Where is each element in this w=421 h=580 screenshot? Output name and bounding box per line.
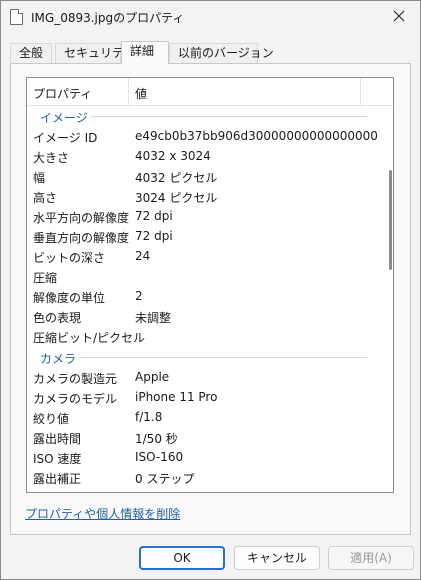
property-key: カメラの製造元 xyxy=(33,372,118,386)
tab-general[interactable]: 全般 xyxy=(10,43,52,63)
property-value: ISO-160 xyxy=(135,450,184,464)
property-key: 圧縮ビット/ピクセル xyxy=(33,331,146,345)
tab-security[interactable]: セキュリティ xyxy=(55,43,135,63)
window-title: IMG_0893.jpgのプロパティ xyxy=(31,11,185,25)
group-header-camera[interactable]: カメラ xyxy=(27,346,379,367)
property-row[interactable]: 大きさ 4032 x 3024 xyxy=(27,146,379,166)
property-value: 3024 ピクセル xyxy=(135,191,218,205)
group-divider xyxy=(79,357,367,358)
group-label: イメージ xyxy=(40,111,88,125)
property-value: 72 dpi xyxy=(135,229,173,243)
property-row[interactable]: 幅 4032 ピクセル xyxy=(27,166,379,186)
property-value: f/1.8 xyxy=(135,410,163,424)
column-header-value[interactable]: 値 xyxy=(135,85,147,102)
document-icon xyxy=(10,9,23,25)
property-key: 露出時間 xyxy=(33,432,82,446)
property-key: 圧縮 xyxy=(33,271,58,285)
property-key: 高さ xyxy=(33,191,58,205)
group-label: カメラ xyxy=(40,352,77,366)
property-key: ISO 速度 xyxy=(33,452,82,466)
property-key: 垂直方向の解像度 xyxy=(33,231,130,245)
property-key: カメラのモデル xyxy=(33,392,118,406)
property-value: e49cb0b37bb906d30000000000000000 xyxy=(135,129,378,143)
property-row[interactable]: 圧縮ビット/ピクセル xyxy=(27,326,379,346)
property-row[interactable]: 絞り値 f/1.8 xyxy=(27,407,379,427)
property-row[interactable]: 高さ 3024 ピクセル xyxy=(27,186,379,206)
close-icon xyxy=(393,10,405,22)
property-row[interactable]: 垂直方向の解像度 72 dpi xyxy=(27,226,379,246)
property-row[interactable]: 圧縮 xyxy=(27,266,379,286)
column-divider[interactable] xyxy=(128,78,129,105)
property-value: 4032 ピクセル xyxy=(135,171,218,185)
property-row[interactable]: カメラの製造元 Apple xyxy=(27,367,379,387)
properties-dialog: IMG_0893.jpgのプロパティ 全般 セキュリティ 詳細 以前のバージョン… xyxy=(0,0,421,580)
property-row[interactable]: 色の表現 未調整 xyxy=(27,306,379,326)
close-button[interactable] xyxy=(384,3,414,29)
group-header-image[interactable]: イメージ xyxy=(27,105,379,126)
property-value: 1/50 秒 xyxy=(135,432,178,446)
property-key: イメージ ID xyxy=(33,131,98,145)
cancel-button[interactable]: キャンセル xyxy=(234,546,320,570)
property-row[interactable]: ビットの深さ 24 xyxy=(27,246,379,266)
property-value: iPhone 11 Pro xyxy=(135,390,218,404)
property-value: 2 xyxy=(135,289,143,303)
property-key: 絞り値 xyxy=(33,412,70,426)
property-row[interactable]: 露出時間 1/50 秒 xyxy=(27,427,379,447)
property-key: 幅 xyxy=(33,171,46,185)
property-row[interactable]: 解像度の単位 2 xyxy=(27,286,379,306)
property-row[interactable]: カメラのモデル iPhone 11 Pro xyxy=(27,387,379,407)
property-key: 大きさ xyxy=(33,151,70,165)
group-divider xyxy=(91,116,367,117)
column-divider[interactable] xyxy=(360,78,361,105)
tab-previous-versions[interactable]: 以前のバージョン xyxy=(169,43,274,63)
details-panel: プロパティ 値 イメージ イメージ ID e49cb0b37bb906d30000… xyxy=(10,63,411,535)
property-list[interactable]: プロパティ 値 イメージ イメージ ID e49cb0b37bb906d30000… xyxy=(26,77,394,493)
apply-button[interactable]: 適用(A) xyxy=(328,546,414,570)
column-header-property[interactable]: プロパティ xyxy=(33,85,92,102)
property-value: 72 dpi xyxy=(135,209,173,223)
ok-button[interactable]: OK xyxy=(139,546,225,570)
property-row[interactable]: イメージ ID e49cb0b37bb906d30000000000000000 xyxy=(27,126,379,146)
list-header: プロパティ 値 xyxy=(27,78,393,106)
property-key: 水平方向の解像度 xyxy=(33,211,130,225)
tab-details[interactable]: 詳細 xyxy=(121,41,169,64)
property-value: 24 xyxy=(135,249,151,263)
property-row[interactable]: ISO 速度 ISO-160 xyxy=(27,447,379,467)
property-value: 未調整 xyxy=(135,311,172,325)
property-key: 解像度の単位 xyxy=(33,291,106,305)
title-bar: IMG_0893.jpgのプロパティ xyxy=(1,1,420,33)
property-key: 露出補正 xyxy=(33,472,82,486)
property-value: Apple xyxy=(135,370,170,384)
remove-properties-link[interactable]: プロパティや個人情報を削除 xyxy=(25,505,180,522)
property-rows: イメージ イメージ ID e49cb0b37bb906d3000000000000… xyxy=(27,105,379,487)
tab-strip: 全般 セキュリティ 詳細 以前のバージョン xyxy=(10,41,412,64)
property-value: 4032 x 3024 xyxy=(135,149,211,163)
property-key: 色の表現 xyxy=(33,311,82,325)
property-row[interactable]: 水平方向の解像度 72 dpi xyxy=(27,206,379,226)
property-row[interactable]: 露出補正 0 ステップ xyxy=(27,467,379,487)
vertical-scrollbar[interactable] xyxy=(389,170,392,270)
property-value: 0 ステップ xyxy=(135,472,195,486)
property-key: ビットの深さ xyxy=(33,251,106,265)
